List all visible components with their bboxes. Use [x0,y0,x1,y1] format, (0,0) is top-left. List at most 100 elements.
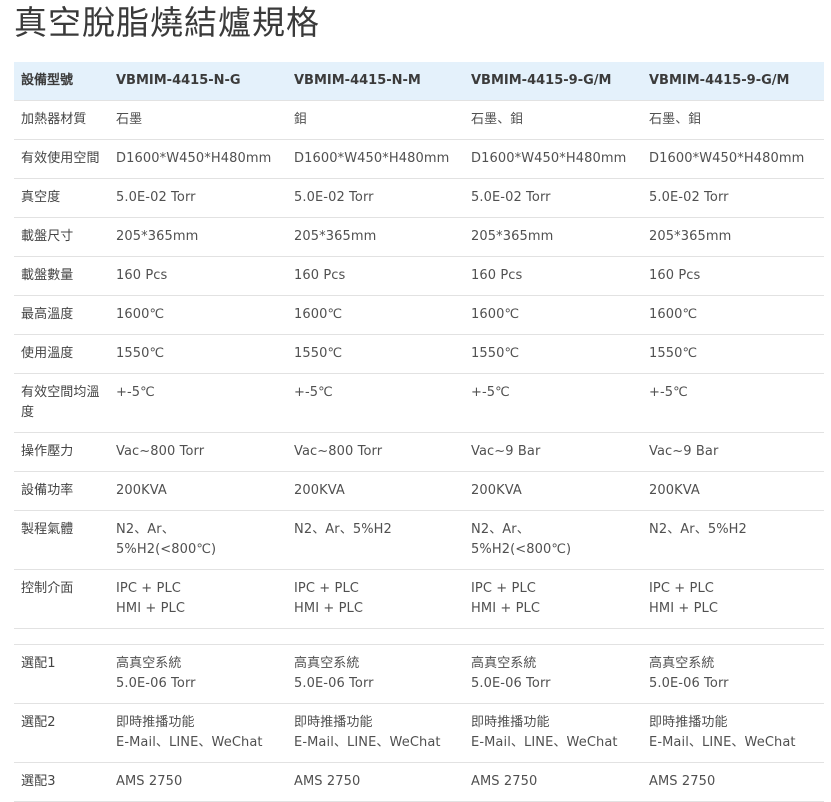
cell-text: 1550℃ [649,346,698,361]
cell-text: 5.0E-06 Torr [649,676,729,691]
table-row: 載盤數量 160 Pcs 160 Pcs 160 Pcs 160 Pcs [14,256,824,296]
row-label: 真空度 [14,178,109,218]
table-cell: 205*365mm [287,217,464,257]
cell-text: 1600℃ [116,307,165,322]
cell-text: +-5℃ [649,385,688,400]
table-cell: N2、Ar、5%H2 [287,510,464,570]
table-cell: Vac~800 Torr [287,432,464,472]
spec-table-header: 設備型號 VBMIM-4415-N-G VBMIM-4415-N-M VBMIM… [14,62,824,101]
cell-text: 5.0E-02 Torr [471,190,551,205]
cell-text: AMS 2750 [471,774,538,789]
cell-text: N2、Ar、 [471,522,530,537]
cell-text: HMI + PLC [116,601,186,616]
cell-text: D1600*W450*H480mm [471,151,627,166]
table-cell: 5.0E-02 Torr [109,178,287,218]
table-cell: Vac~800 Torr [109,432,287,472]
cell-text: 高真空系統 [649,656,715,671]
table-row: 選配1 高真空系統 5.0E-06 Torr 高真空系統 5.0E-06 Torr 高真空… [14,644,824,704]
table-cell: D1600*W450*H480mm [464,139,642,179]
cell-text: Vac~800 Torr [294,444,383,459]
spacer-cell [14,628,824,645]
table-cell: 石墨、鉬 [464,100,642,140]
cell-text: IPC + PLC [649,581,714,596]
row-label: 載盤尺寸 [14,217,109,257]
spec-table-body: 加熱器材質 石墨 鉬 石墨、鉬 石墨、鉬 有效使用空間 D1600*W450*H480mm D… [14,100,824,802]
table-cell: IPC + PLC HMI + PLC [287,569,464,629]
row-label: 有效空間均溫度 [14,373,109,433]
table-cell: 即時推播功能 E-Mail、LINE、WeChat [109,703,287,763]
cell-text: 205*365mm [471,229,554,244]
cell-text: 石墨、鉬 [649,112,702,127]
row-label: 操作壓力 [14,432,109,472]
table-cell: 1600℃ [287,295,464,335]
table-cell: 石墨 [109,100,287,140]
table-cell: 5.0E-02 Torr [464,178,642,218]
cell-text: Vac~800 Torr [116,444,205,459]
table-row: 載盤尺寸 205*365mm 205*365mm 205*365mm 205*365mm [14,217,824,257]
table-cell: 160 Pcs [464,256,642,296]
table-cell: 即時推播功能 E-Mail、LINE、WeChat [464,703,642,763]
table-cell: 5.0E-02 Torr [642,178,824,218]
cell-text: 5.0E-02 Torr [116,190,196,205]
cell-text: 高真空系統 [471,656,537,671]
cell-text: 200KVA [649,483,700,498]
table-cell: 1600℃ [642,295,824,335]
table-row: 有效使用空間 D1600*W450*H480mm D1600*W450*H480mm… [14,139,824,179]
table-cell: 鉬 [287,100,464,140]
cell-text: 1600℃ [649,307,698,322]
cell-text: HMI + PLC [294,601,364,616]
table-cell: +-5℃ [464,373,642,433]
table-cell: 1550℃ [642,334,824,374]
cell-text: 1550℃ [471,346,520,361]
table-row: 設備功率 200KVA 200KVA 200KVA 200KVA [14,471,824,511]
cell-text: D1600*W450*H480mm [116,151,272,166]
header-cell-label: 設備型號 [14,62,109,101]
table-cell: 160 Pcs [109,256,287,296]
cell-text: 即時推播功能 [649,715,728,730]
table-cell: N2、Ar、 5%H2(<800℃) [464,510,642,570]
cell-text: 200KVA [116,483,167,498]
row-label: 載盤數量 [14,256,109,296]
table-cell: 5.0E-02 Torr [287,178,464,218]
cell-text: 即時推播功能 [116,715,195,730]
cell-text: 5.0E-06 Torr [116,676,196,691]
table-row: 有效空間均溫度 +-5℃ +-5℃ +-5℃ +-5℃ [14,373,824,433]
table-cell: 高真空系統 5.0E-06 Torr [642,644,824,704]
cell-text: 1550℃ [116,346,165,361]
table-cell: 1550℃ [464,334,642,374]
table-cell: IPC + PLC HMI + PLC [109,569,287,629]
cell-text: 205*365mm [649,229,732,244]
table-cell: D1600*W450*H480mm [109,139,287,179]
cell-text: 5.0E-06 Torr [294,676,374,691]
cell-text: IPC + PLC [294,581,359,596]
row-label: 選配2 [14,703,109,763]
table-cell: Vac~9 Bar [464,432,642,472]
table-cell: Vac~9 Bar [642,432,824,472]
cell-text: E-Mail、LINE、WeChat [649,735,796,750]
cell-text: D1600*W450*H480mm [649,151,805,166]
table-cell: 160 Pcs [642,256,824,296]
table-cell: AMS 2750 [109,762,287,802]
cell-text: IPC + PLC [471,581,536,596]
cell-text: D1600*W450*H480mm [294,151,450,166]
cell-text: +-5℃ [116,385,155,400]
row-label: 最高溫度 [14,295,109,335]
row-label: 選配1 [14,644,109,704]
cell-text: 160 Pcs [116,268,168,283]
cell-text: 石墨 [116,112,143,127]
cell-text: Vac~9 Bar [649,444,719,459]
cell-text: +-5℃ [294,385,333,400]
row-label: 控制介面 [14,569,109,629]
cell-text: 即時推播功能 [294,715,373,730]
cell-text: 205*365mm [294,229,377,244]
table-cell: 200KVA [287,471,464,511]
cell-text: E-Mail、LINE、WeChat [294,735,441,750]
cell-text: 5%H2(<800℃) [116,542,217,557]
cell-text: 160 Pcs [294,268,346,283]
cell-text: AMS 2750 [294,774,361,789]
header-cell-model: VBMIM-4415-N-M [287,62,464,101]
cell-text: AMS 2750 [116,774,183,789]
cell-text: N2、Ar、5%H2 [294,522,392,537]
cell-text: 160 Pcs [649,268,701,283]
table-cell: 即時推播功能 E-Mail、LINE、WeChat [287,703,464,763]
